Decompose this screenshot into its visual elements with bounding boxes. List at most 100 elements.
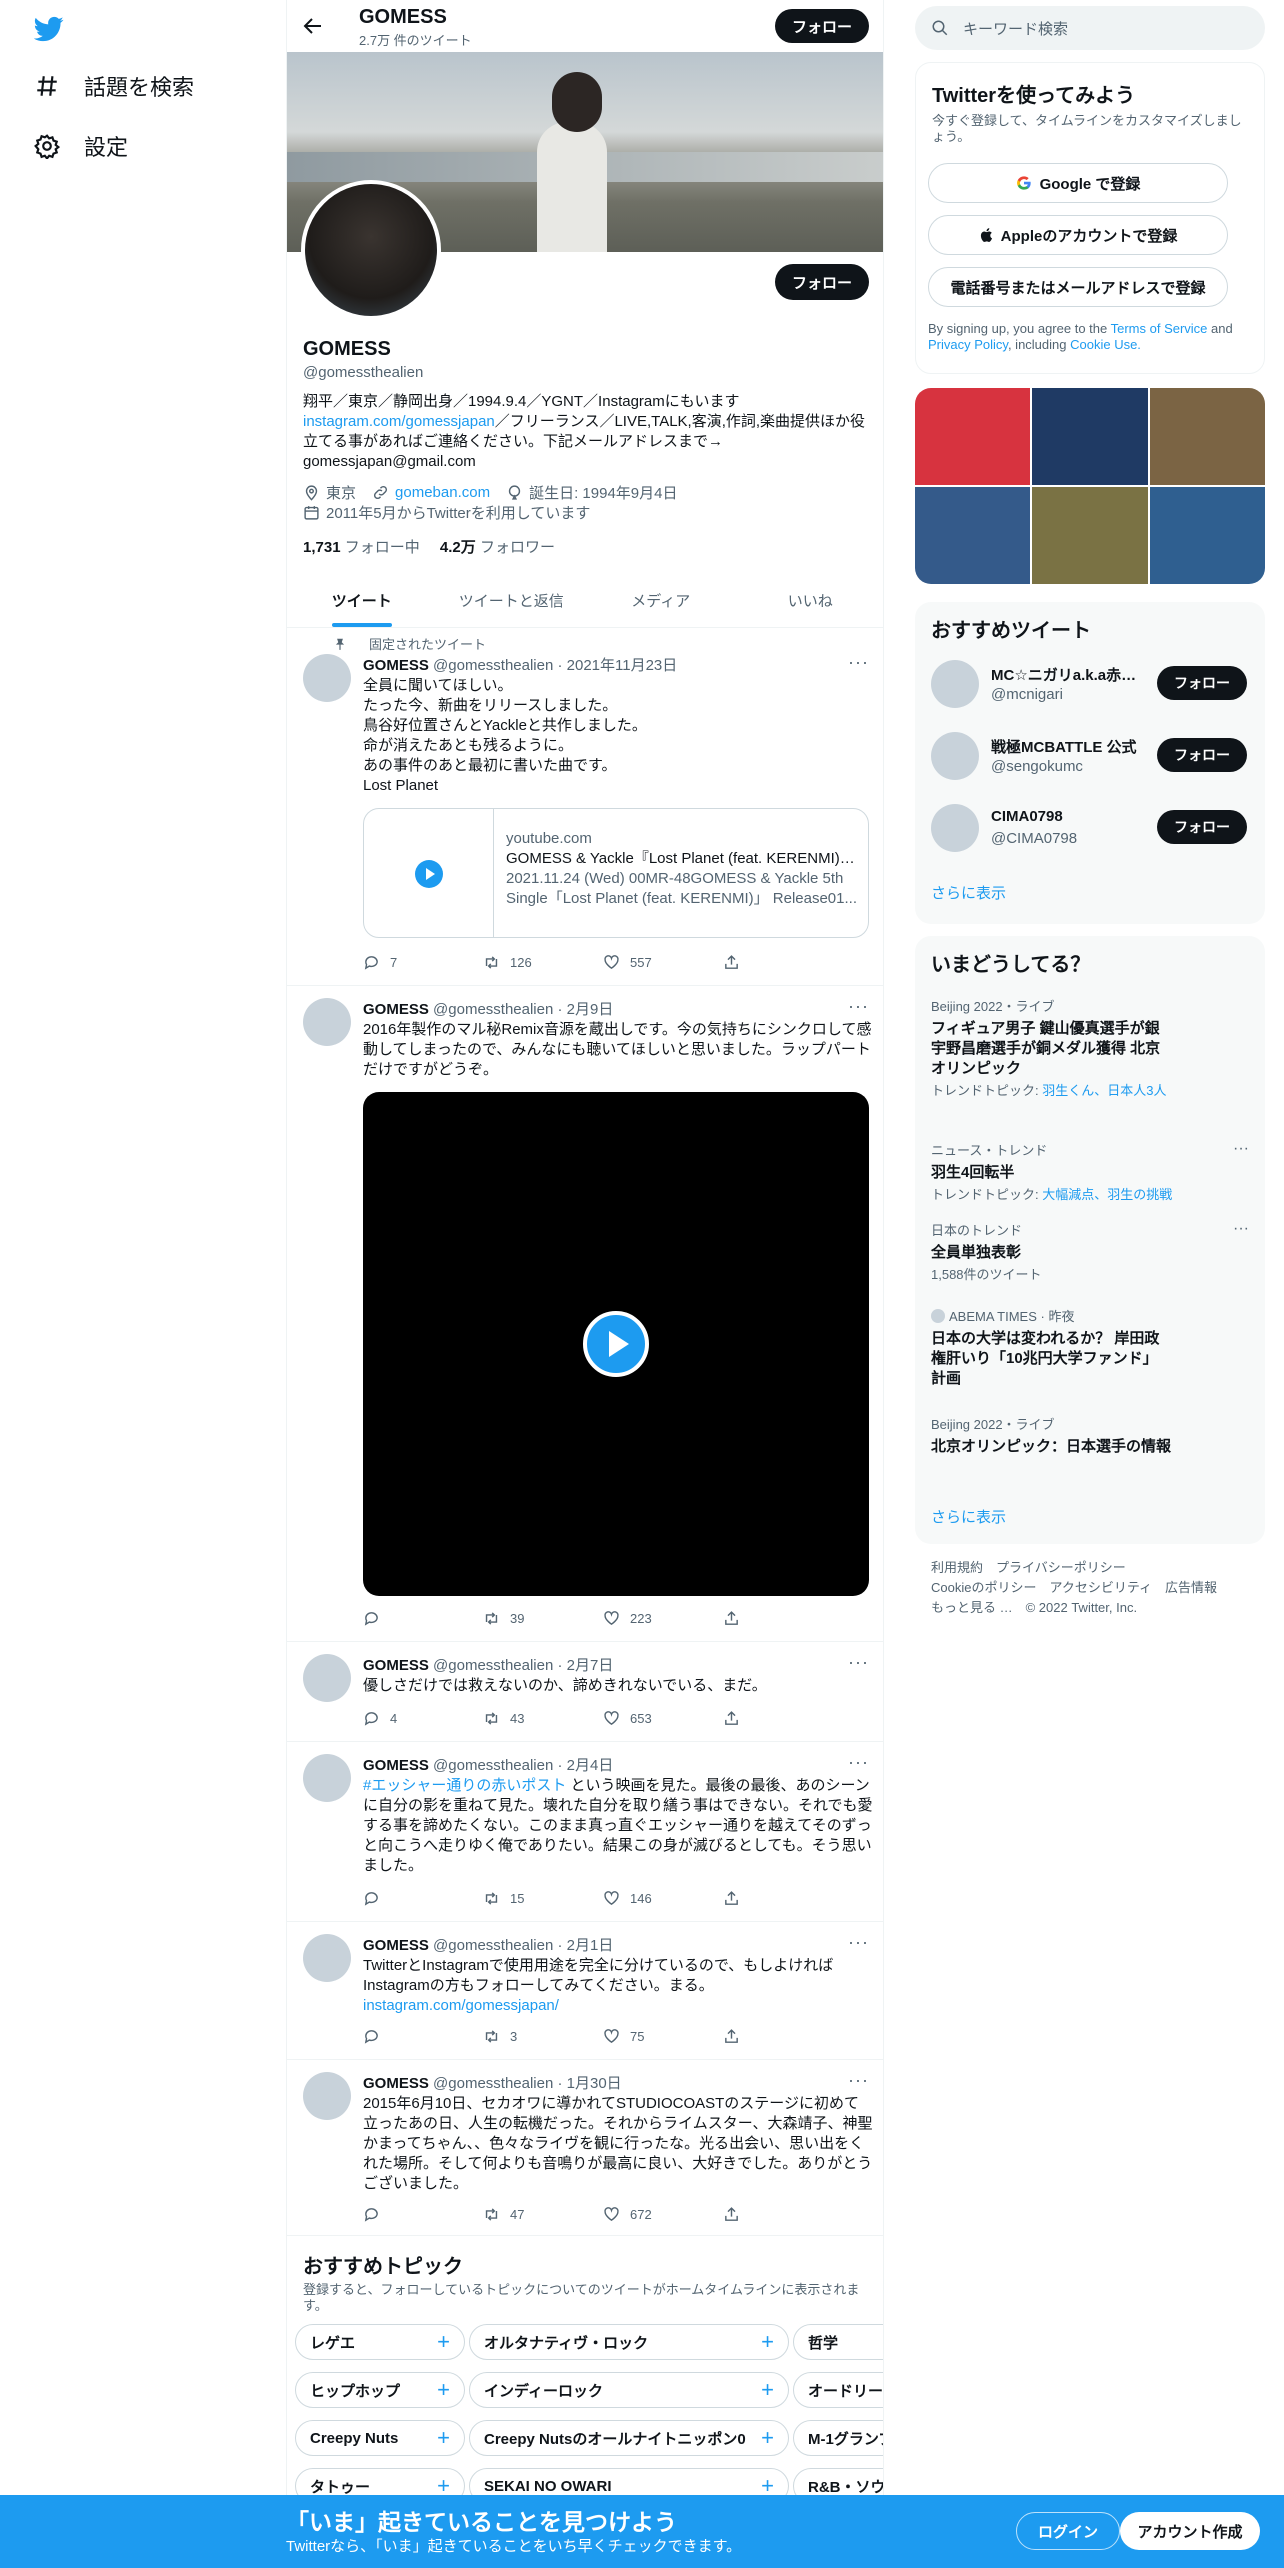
topic-chip[interactable]: オードリー	[793, 2372, 883, 2408]
tweet[interactable]: GOMESS @gomessthealien · 2月7日 ··· 優しさだけで…	[287, 1642, 883, 1742]
bio-instagram-link[interactable]: instagram.com/gomessjapan	[303, 413, 495, 430]
topic-chip[interactable]: インディーロック +	[469, 2372, 789, 2408]
trends-show-more-link[interactable]: さらに表示	[931, 1506, 1006, 1527]
video-play-icon[interactable]	[582, 1310, 650, 1378]
privacy-link[interactable]: Privacy Policy	[928, 337, 1008, 352]
tab-likes[interactable]: いいね	[736, 574, 884, 627]
tweet-link[interactable]: instagram.com/gomessjapan/	[363, 1997, 559, 2014]
retweet-button[interactable]: 39	[483, 1610, 603, 1627]
profile-website-link[interactable]: gomeban.com	[395, 484, 490, 501]
media-thumbnail[interactable]	[1032, 388, 1148, 485]
like-button[interactable]: 223	[603, 1610, 723, 1627]
profile-avatar[interactable]	[301, 180, 441, 320]
rec-account[interactable]: MC☆ニガリa.k.a赤羽の狂犬 @mcnigari フォロー	[931, 658, 1251, 710]
reply-button[interactable]	[363, 1610, 483, 1627]
topic-chip[interactable]: M-1グランプリ	[793, 2420, 883, 2456]
retweet-button[interactable]: 15	[483, 1890, 603, 1907]
twitter-logo-icon[interactable]	[34, 14, 64, 44]
login-button[interactable]: ログイン	[1016, 2512, 1120, 2550]
plus-icon[interactable]: +	[437, 2329, 450, 2355]
like-button[interactable]: 75	[603, 2028, 723, 2045]
following-stat[interactable]: 1,731 フォロー中	[303, 539, 420, 556]
trend-item[interactable]: 日本のトレンド 全員単独表彰 1,588件のツイート ···	[931, 1220, 1249, 1283]
plus-icon[interactable]: +	[437, 2377, 450, 2403]
tweet-video[interactable]: GOMESS @gomessthealien · 2月9日 ··· 2016年製…	[287, 986, 883, 1642]
video-player[interactable]	[363, 1092, 869, 1596]
tweet-hashtag-link[interactable]: #エッシャー通りの赤いポスト	[363, 1777, 566, 1794]
rec-avatar[interactable]	[931, 804, 979, 852]
media-thumbnail[interactable]	[915, 487, 1031, 584]
like-button[interactable]: 146	[603, 1890, 723, 1907]
media-thumbnail[interactable]	[1149, 388, 1265, 485]
tweet-author[interactable]: GOMESS	[363, 1757, 429, 1774]
header-follow-button[interactable]: フォロー	[775, 9, 869, 43]
plus-icon[interactable]: +	[761, 2329, 774, 2355]
reply-button[interactable]	[363, 2028, 483, 2045]
tweet-meta[interactable]: @gomessthealien · 2月9日	[433, 1001, 613, 1018]
tweet[interactable]: GOMESS @gomessthealien · 1月30日 ··· 2015年…	[287, 2060, 883, 2236]
tweet-author[interactable]: GOMESS	[363, 1001, 429, 1018]
rec-follow-button[interactable]: フォロー	[1157, 738, 1247, 772]
tweet-avatar[interactable]	[303, 1654, 351, 1702]
tweet-meta[interactable]: @gomessthealien · 1月30日	[433, 2075, 622, 2092]
more-icon[interactable]: ···	[848, 1652, 869, 1673]
tweet-meta[interactable]: @gomessthealien · 2月4日	[433, 1757, 613, 1774]
more-icon[interactable]: ···	[848, 1752, 869, 1773]
retweet-button[interactable]: 43	[483, 1710, 603, 1727]
topic-chip[interactable]: ヒップホップ +	[295, 2372, 465, 2408]
tweet-meta[interactable]: @gomessthealien · 2月1日	[433, 1937, 613, 1954]
more-icon[interactable]: ···	[848, 2070, 869, 2091]
plus-icon[interactable]: +	[437, 2425, 450, 2451]
tweet-avatar[interactable]	[303, 654, 351, 702]
share-button[interactable]	[723, 2028, 740, 2045]
like-button[interactable]: 557	[603, 954, 723, 971]
retweet-button[interactable]: 126	[483, 954, 603, 971]
tweet-author[interactable]: GOMESS	[363, 657, 429, 674]
more-icon[interactable]: ···	[848, 652, 869, 673]
trend-item[interactable]: ABEMA TIMES · 昨夜 日本の大学は変われるか？ 岸田政権肝いり「10…	[931, 1306, 1249, 1389]
back-arrow-icon[interactable]	[301, 14, 325, 38]
rec-account[interactable]: CIMA0798 @CIMA0798 フォロー	[931, 802, 1251, 854]
phone-email-signup-button[interactable]: 電話番号またはメールアドレスで登録	[928, 267, 1228, 307]
trend-topic-link[interactable]: 羽生くん、日本人3人	[1042, 1083, 1166, 1098]
more-icon[interactable]: ···	[1233, 1220, 1249, 1238]
tweet[interactable]: GOMESS @gomessthealien · 2月1日 ··· Twitte…	[287, 1922, 883, 2060]
cookie-link[interactable]: Cookie Use.	[1070, 337, 1141, 352]
create-account-button[interactable]: アカウント作成	[1120, 2512, 1260, 2550]
reply-button[interactable]: 4	[363, 1710, 483, 1727]
nav-explore[interactable]: 話題を検索	[34, 70, 194, 102]
footer-links-3[interactable]: もっと見る … © 2022 Twitter, Inc.	[931, 1598, 1251, 1618]
footer-links-1[interactable]: 利用規約 プライバシーポリシー	[931, 1558, 1251, 1578]
tab-tweets-replies[interactable]: ツイートと返信	[437, 574, 587, 627]
retweet-button[interactable]: 47	[483, 2206, 603, 2223]
profile-follow-button[interactable]: フォロー	[775, 264, 869, 300]
tweet-author[interactable]: GOMESS	[363, 1937, 429, 1954]
rec-follow-button[interactable]: フォロー	[1157, 810, 1247, 844]
share-button[interactable]	[723, 2206, 740, 2223]
search-input[interactable]: キーワード検索	[915, 6, 1265, 50]
tweet-meta[interactable]: @gomessthealien · 2月7日	[433, 1657, 613, 1674]
tweet-avatar[interactable]	[303, 2072, 351, 2120]
topic-chip[interactable]: Creepy Nuts +	[295, 2420, 465, 2456]
media-thumbnail[interactable]	[915, 388, 1031, 485]
reply-button[interactable]: 7	[363, 954, 483, 971]
plus-icon[interactable]: +	[761, 2425, 774, 2451]
tweet-author[interactable]: GOMESS	[363, 2075, 429, 2092]
like-button[interactable]: 672	[603, 2206, 723, 2223]
link-card[interactable]: youtube.com GOMESS & Yackle『Lost Planet …	[363, 808, 869, 938]
media-thumbnail[interactable]	[1149, 487, 1265, 584]
share-button[interactable]	[723, 1710, 740, 1727]
topic-chip[interactable]: 哲学	[793, 2324, 883, 2360]
trend-item[interactable]: Beijing 2022・ライブ 北京オリンピック：日本選手の情報	[931, 1414, 1249, 1457]
rec-avatar[interactable]	[931, 732, 979, 780]
more-icon[interactable]: ···	[848, 996, 869, 1017]
more-icon[interactable]: ···	[1233, 1140, 1249, 1158]
trend-item[interactable]: ニュース・トレンド 羽生4回転半 トレンドトピック: 大幅減点、羽生の挑戦 ··…	[931, 1140, 1249, 1203]
retweet-button[interactable]: 3	[483, 2028, 603, 2045]
rec-avatar[interactable]	[931, 660, 979, 708]
rec-follow-button[interactable]: フォロー	[1157, 666, 1247, 700]
more-icon[interactable]: ···	[848, 1932, 869, 1953]
tweet-avatar[interactable]	[303, 1754, 351, 1802]
tweet-avatar[interactable]	[303, 998, 351, 1046]
trend-topic-link[interactable]: 大幅減点、羽生の挑戦	[1042, 1187, 1172, 1202]
